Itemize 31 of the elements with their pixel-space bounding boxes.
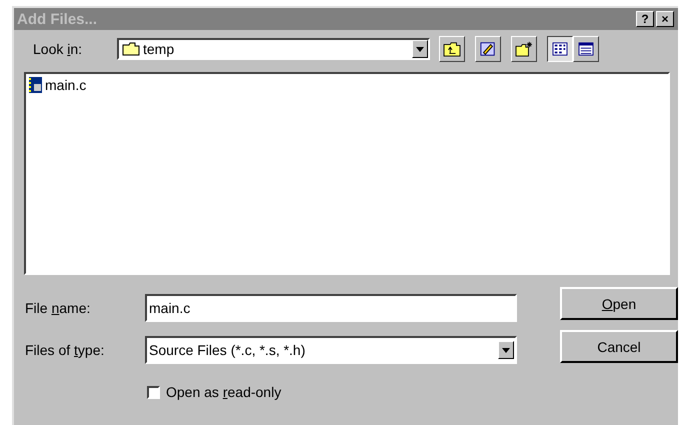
dropdown-button[interactable] <box>412 40 428 58</box>
file-type-dropdown[interactable]: Source Files (*.c, *.s, *.h) <box>145 336 517 364</box>
close-button[interactable]: × <box>656 11 674 27</box>
caret-icon <box>502 348 510 352</box>
folder-up-icon <box>443 41 461 57</box>
dialog-button[interactable]: Cancel <box>560 330 678 363</box>
window-title: Add Files... <box>17 10 98 28</box>
file-icon <box>28 76 44 94</box>
caret-icon <box>416 46 424 52</box>
read-only-label: Open as read-only <box>166 384 282 400</box>
dropdown-button[interactable] <box>498 341 514 359</box>
dialog-button[interactable]: Open <box>560 287 678 320</box>
file-name-field[interactable]: main.c <box>145 294 517 322</box>
file-item[interactable]: main.c <box>28 76 88 94</box>
look-in-label: Look in: <box>33 41 84 57</box>
details-view-icon <box>578 42 594 56</box>
help-button[interactable]: ? <box>636 11 654 27</box>
file-type-label: Files of type: <box>25 342 106 358</box>
details-view-button[interactable] <box>573 36 599 62</box>
list-view-button[interactable] <box>547 36 573 62</box>
list-view-icon <box>552 42 568 56</box>
look-in-dropdown[interactable]: temp <box>117 38 430 60</box>
file-name-label: File name: <box>25 300 92 316</box>
file-list[interactable]: main.c <box>24 72 670 275</box>
pencil-icon <box>479 41 497 57</box>
up-folder-button[interactable] <box>439 36 465 62</box>
new-folder-icon <box>515 41 533 57</box>
new-folder-button[interactable] <box>511 36 537 62</box>
checkbox[interactable] <box>147 386 160 398</box>
folder-icon <box>122 42 140 56</box>
favorites-button[interactable] <box>475 36 501 62</box>
